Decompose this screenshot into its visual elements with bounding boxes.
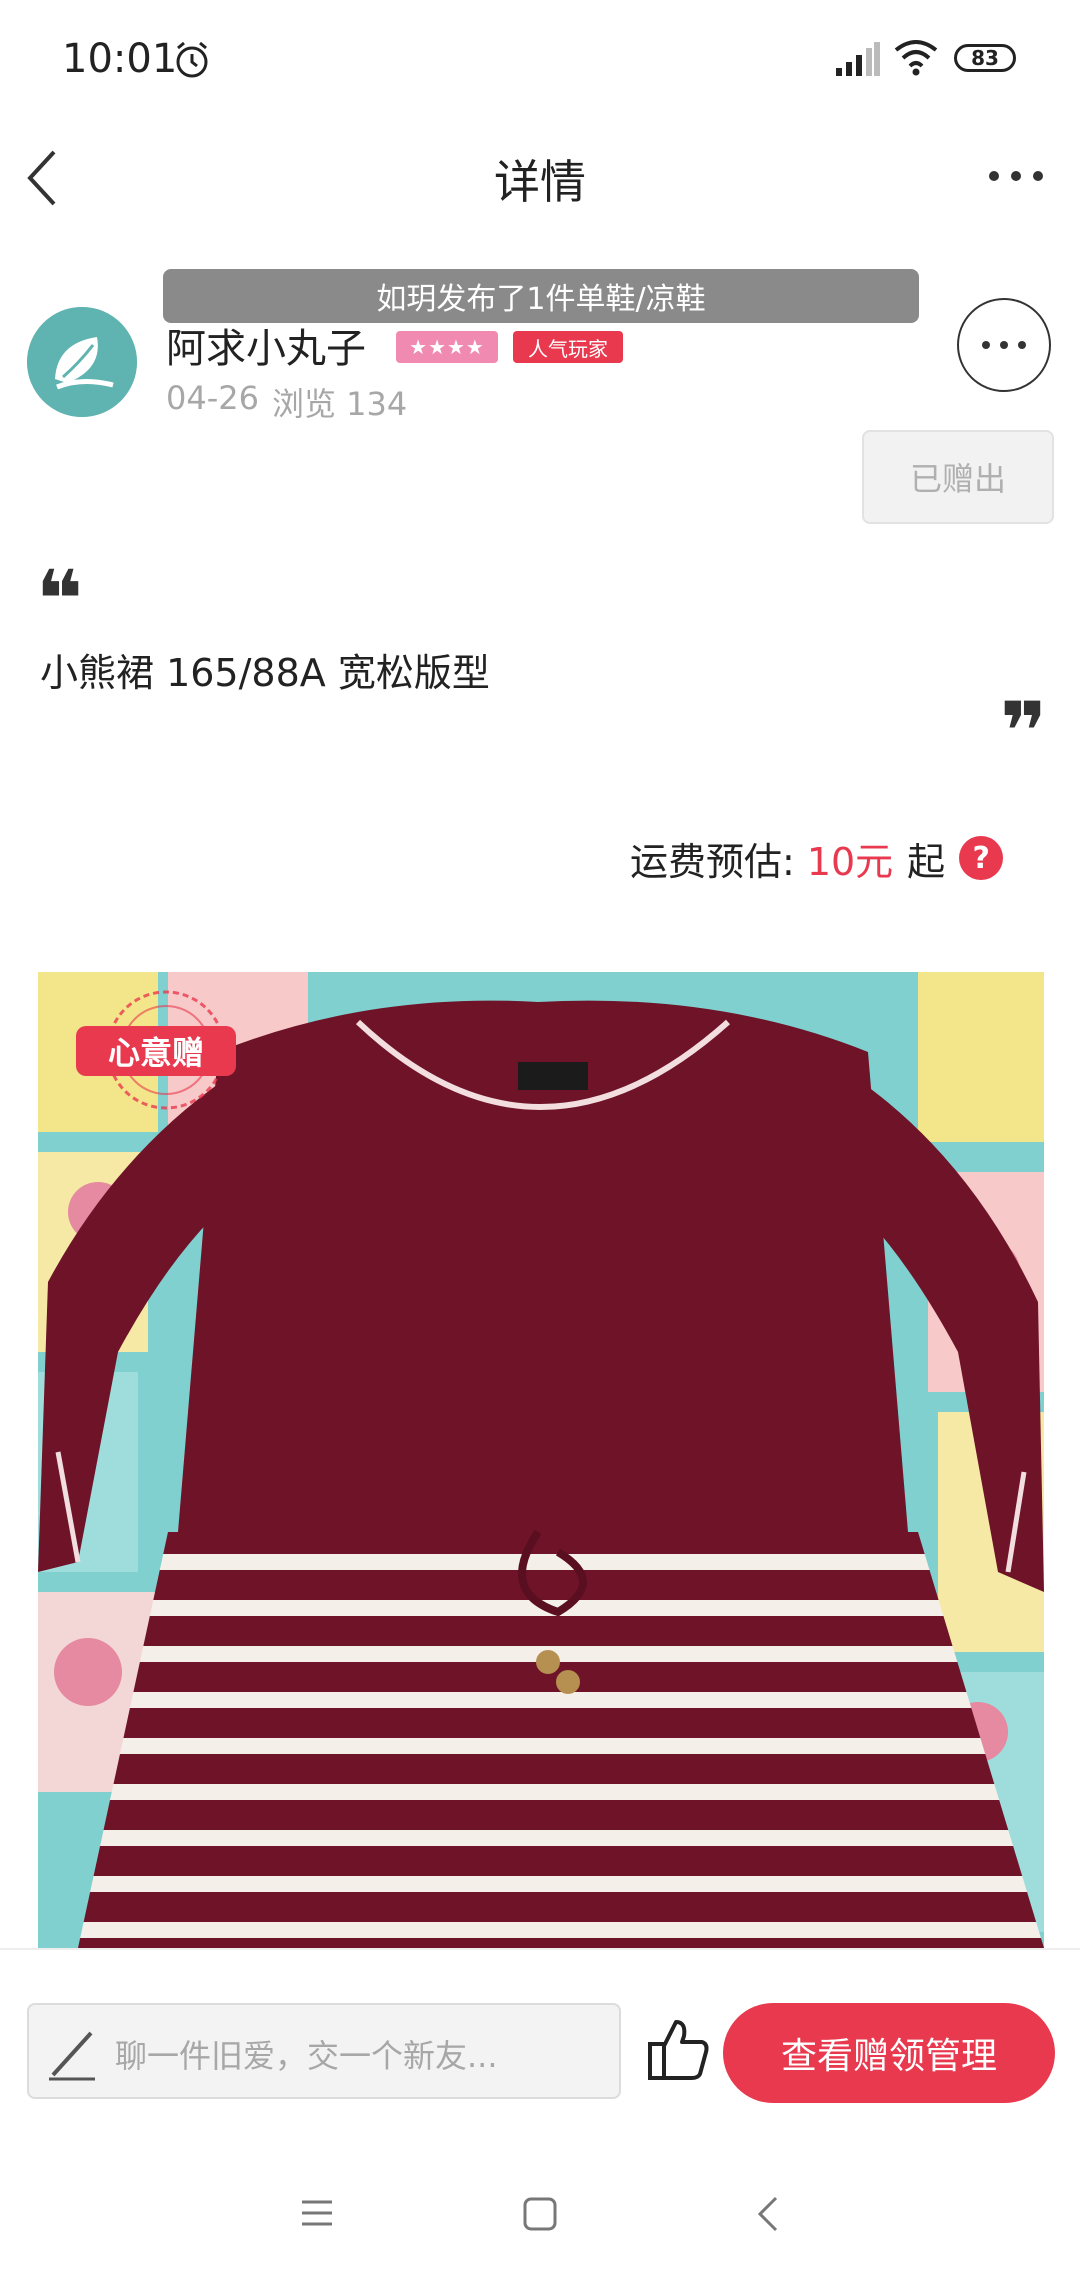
comment-input[interactable]: 聊一件旧爱，交一个新友... <box>27 2003 621 2099</box>
given-status-button[interactable]: 已赠出 <box>862 430 1054 524</box>
gift-badge: 心意赠 <box>66 990 266 1120</box>
bottom-action-bar: 聊一件旧爱，交一个新友... 查看赠领管理 <box>0 1948 1080 2150</box>
popular-player-badge: 人气玩家 <box>513 331 623 363</box>
product-photo[interactable]: 心意赠 <box>38 972 1044 1948</box>
leaf-logo-icon <box>27 307 137 417</box>
system-back-icon[interactable] <box>756 2194 780 2234</box>
thumbs-up-icon[interactable] <box>646 2016 710 2082</box>
gift-badge-label: 心意赠 <box>107 1034 204 1072</box>
system-nav-bar <box>0 2148 1080 2280</box>
comment-placeholder: 聊一件旧爱，交一个新友... <box>115 2037 498 2075</box>
alarm-icon <box>176 41 208 78</box>
signal-icon <box>836 42 880 76</box>
post-description: 小熊裙 165/88A 宽松版型 <box>40 651 490 695</box>
view-gift-management-button[interactable]: 查看赠领管理 <box>723 2003 1055 2103</box>
avatar[interactable] <box>27 307 137 417</box>
status-bar: 10:01 83 <box>0 0 1080 116</box>
menu-icon[interactable] <box>300 2198 334 2228</box>
user-name[interactable]: 阿求小丸子 <box>166 316 366 374</box>
battery-level: 83 <box>971 46 999 70</box>
shipping-suffix: 起 <box>907 839 946 884</box>
top-nav-bar: 详情 <box>0 116 1080 236</box>
status-time: 10:01 <box>62 36 178 82</box>
battery-icon: 83 <box>954 44 1016 72</box>
post-date: 04-26 <box>166 379 259 417</box>
more-icon[interactable] <box>986 164 1046 188</box>
view-count: 浏览 134 <box>272 385 408 423</box>
shipping-estimate: 运费预估: 10元 起 ? <box>630 830 1004 886</box>
help-icon[interactable]: ? <box>959 836 1004 880</box>
shipping-label: 运费预估: <box>630 839 795 884</box>
more-horizontal-icon <box>982 341 1026 349</box>
home-icon[interactable] <box>522 2196 558 2232</box>
user-more-button[interactable] <box>957 298 1051 392</box>
open-quote-icon: ❝ <box>36 553 83 646</box>
page-title: 详情 <box>494 155 586 209</box>
shipping-price: 10元 <box>806 839 894 884</box>
close-quote-icon: ❞ <box>1000 685 1047 778</box>
wifi-icon <box>894 40 938 76</box>
pencil-icon <box>49 2031 95 2081</box>
notice-banner: 如玥发布了1件单鞋/凉鞋 <box>163 269 919 323</box>
star-level-badge: ★★★★ <box>396 331 498 363</box>
